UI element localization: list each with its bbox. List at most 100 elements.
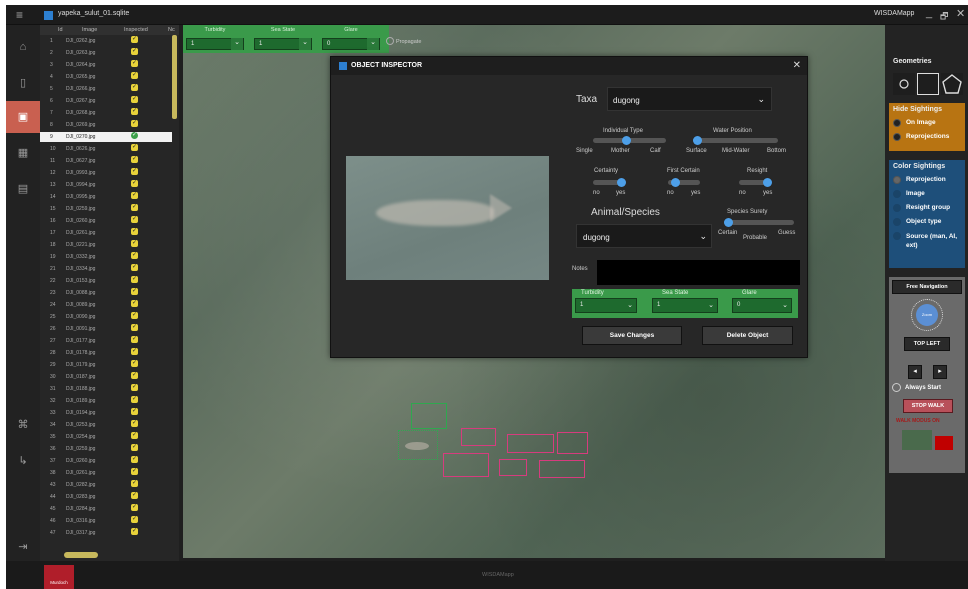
table-row[interactable]: 44 DJI_0283.jpg ✓ [40,492,172,502]
inspected-check-icon[interactable]: ✓ [131,264,138,271]
table-row[interactable]: 2 DJI_0263.jpg ✓ [40,48,172,58]
reprojection-box[interactable] [507,434,554,453]
header-inspected[interactable]: Inspected [124,27,148,33]
inspected-check-icon[interactable]: ✓ [131,252,138,259]
inspected-check-icon[interactable]: ✓ [131,384,138,391]
inspected-check-icon[interactable]: ✓ [131,60,138,67]
delete-object-button[interactable]: Delete Object [702,326,793,345]
always-start-toggle[interactable]: Always Start [892,383,941,392]
inspected-check-icon[interactable]: ✓ [131,528,138,535]
slider-knob[interactable] [724,218,733,227]
restore-button[interactable]: 🗗 [940,9,948,25]
table-row[interactable]: 15 DJI_0259.jpg ✓ [40,204,172,214]
inspected-check-icon[interactable]: ✓ [131,48,138,55]
table-row[interactable]: 28 DJI_0178.jpg ✓ [40,348,172,358]
table-row[interactable]: 17 DJI_0261.jpg ✓ [40,228,172,238]
color-reprojection-option[interactable]: Reprojection [889,173,965,187]
header-nc[interactable]: Nc [168,27,175,33]
table-row[interactable]: 14 DJI_0995.jpg ✓ [40,192,172,202]
resight-slider[interactable] [739,178,772,187]
species-surety-slider[interactable] [724,218,794,227]
table-row[interactable]: 25 DJI_0090.jpg ✓ [40,312,172,322]
green-sighting-box[interactable] [411,403,447,429]
inspected-check-icon[interactable]: ✓ [131,240,138,247]
flow-icon[interactable]: ↳ [13,451,33,471]
slider-knob[interactable] [617,178,626,187]
table-row[interactable]: 23 DJI_0088.jpg ✓ [40,288,172,298]
save-changes-button[interactable]: Save Changes [582,326,682,345]
inspected-check-icon[interactable]: ✓ [131,348,138,355]
color-image-option[interactable]: Image [889,187,965,201]
inspected-check-icon[interactable]: ✓ [131,504,138,511]
table-row[interactable]: 47 DJI_0317.jpg ✓ [40,528,172,538]
table-row[interactable]: 35 DJI_0254.jpg ✓ [40,432,172,442]
table-row[interactable]: 12 DJI_0993.jpg ✓ [40,168,172,178]
inspected-check-icon[interactable]: ✓ [131,72,138,79]
species-select[interactable]: dugong ⌄ [576,224,712,248]
sea-state-select[interactable]: 1 ⌄ [254,38,312,50]
table-row[interactable]: 1 DJI_0262.jpg ✓ [40,36,172,46]
table-row[interactable]: 26 DJI_0091.jpg ✓ [40,324,172,334]
inspected-check-icon[interactable]: ✓ [131,156,138,163]
color-source-option[interactable]: Source (man, AI, ext) [889,229,965,251]
free-navigation-button[interactable]: Free Navigation [892,280,962,294]
reprojection-box[interactable] [461,428,496,446]
grid-icon[interactable]: ▦ [13,143,33,163]
color-resight-group-option[interactable]: Resight group [889,201,965,215]
exit-icon[interactable]: ⇥ [13,537,33,557]
table-row[interactable]: 21 DJI_0334.jpg ✓ [40,264,172,274]
individual-type-slider[interactable] [593,136,666,145]
reprojections-option[interactable]: Reprojections [889,130,965,144]
table-row[interactable]: 27 DJI_0177.jpg ✓ [40,336,172,346]
inspected-check-icon[interactable]: ✓ [131,480,138,487]
inspected-check-icon[interactable]: ✓ [131,456,138,463]
inspected-check-icon[interactable]: ✓ [131,132,138,139]
polygon-tool[interactable] [941,73,963,95]
turbidity-select[interactable]: 1 ⌄ [575,298,637,313]
zoom-knob[interactable]: Zoom [916,304,938,326]
turbidity-select[interactable]: 1 ⌄ [186,38,244,50]
inspected-check-icon[interactable]: ✓ [131,420,138,427]
home-icon[interactable]: ⌂ [13,37,33,57]
inspected-check-icon[interactable]: ✓ [131,228,138,235]
reprojection-box[interactable] [557,432,588,454]
inspected-check-icon[interactable]: ✓ [131,216,138,223]
inspected-check-icon[interactable]: ✓ [131,396,138,403]
table-row[interactable]: 5 DJI_0266.jpg ✓ [40,84,172,94]
inspected-check-icon[interactable]: ✓ [131,204,138,211]
reprojection-box[interactable] [539,460,585,478]
image-icon[interactable]: ▣ [13,107,33,127]
vertical-scrollbar[interactable] [172,35,177,119]
table-row[interactable]: 3 DJI_0264.jpg ✓ [40,60,172,70]
next-button[interactable]: ▸ [933,365,947,379]
color-object-type-option[interactable]: Object type [889,215,965,229]
table-row[interactable]: 34 DJI_0253.jpg ✓ [40,420,172,430]
inspected-check-icon[interactable]: ✓ [131,96,138,103]
table-row[interactable]: 24 DJI_0089.jpg ✓ [40,300,172,310]
reprojection-box[interactable] [499,459,527,476]
table-row[interactable]: 33 DJI_0194.jpg ✓ [40,408,172,418]
inspected-check-icon[interactable]: ✓ [131,432,138,439]
inspected-check-icon[interactable]: ✓ [131,312,138,319]
slider-knob[interactable] [763,178,772,187]
glare-select[interactable]: 0 ⌄ [322,38,380,50]
inspected-check-icon[interactable]: ✓ [131,300,138,307]
inspected-check-icon[interactable]: ✓ [131,192,138,199]
inspected-check-icon[interactable]: ✓ [131,180,138,187]
table-row[interactable]: 22 DJI_0153.jpg ✓ [40,276,172,286]
prev-button[interactable]: ◂ [908,365,922,379]
document-icon[interactable]: ▤ [13,179,33,199]
table-row[interactable]: 31 DJI_0188.jpg ✓ [40,384,172,394]
stop-walk-button[interactable]: STOP WALK [903,399,953,413]
glare-select[interactable]: 0 ⌄ [732,298,792,313]
table-row[interactable]: 30 DJI_0187.jpg ✓ [40,372,172,382]
slider-knob[interactable] [671,178,680,187]
slider-knob[interactable] [693,136,702,145]
circle-tool[interactable] [893,73,915,95]
table-row[interactable]: 13 DJI_0994.jpg ✓ [40,180,172,190]
inspected-check-icon[interactable]: ✓ [131,516,138,523]
inspected-check-icon[interactable]: ✓ [131,468,138,475]
table-row[interactable]: 32 DJI_0189.jpg ✓ [40,396,172,406]
slider-knob[interactable] [622,136,631,145]
inspected-check-icon[interactable]: ✓ [131,408,138,415]
